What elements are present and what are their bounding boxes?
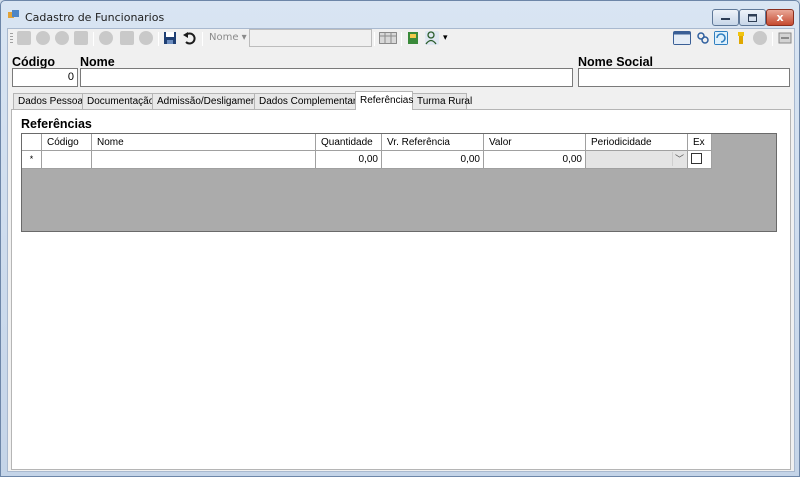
section-title: Referências [21, 117, 92, 131]
first-record-icon[interactable] [17, 31, 31, 45]
cell-vr-referencia[interactable]: 0,00 [382, 151, 484, 169]
add-icon[interactable] [99, 31, 113, 45]
user-filter-dropdown-icon[interactable]: ▾ [443, 33, 448, 43]
close-button[interactable]: x [766, 9, 794, 26]
window-layout-icon[interactable] [673, 31, 691, 45]
tab-documentacao[interactable]: Documentação [82, 93, 154, 110]
settings-keys-icon[interactable] [696, 31, 710, 45]
last-record-icon[interactable] [74, 31, 88, 45]
codigo-label: Código [12, 55, 56, 69]
toolbar-separator [202, 32, 203, 46]
book-icon[interactable] [406, 31, 420, 45]
cell-codigo[interactable] [42, 151, 92, 169]
ex-checkbox[interactable] [691, 153, 702, 164]
undo-icon[interactable] [182, 31, 196, 45]
table-row[interactable]: * 0,00 0,00 0,00 ﹀ [22, 151, 712, 169]
grid-header: Código Nome Quantidade Vr. Referência Va… [22, 134, 712, 151]
client-area: Nome ▾ ▾ Código 0 Nome Nome Social Dados… [7, 28, 795, 472]
app-window-icon [8, 10, 19, 18]
nome-social-label: Nome Social [578, 55, 654, 69]
maximize-icon [748, 13, 757, 22]
toolbar-separator [374, 32, 375, 46]
column-header-valor[interactable]: Valor [484, 134, 586, 151]
column-header-quantidade[interactable]: Quantidade [316, 134, 382, 151]
nome-field[interactable] [80, 68, 573, 87]
tab-turma-rural[interactable]: Turma Rural [412, 93, 472, 110]
edit-icon[interactable] [120, 31, 134, 45]
new-row-marker[interactable]: * [22, 151, 42, 169]
delete-icon[interactable] [139, 31, 153, 45]
column-header-codigo[interactable]: Código [42, 134, 92, 151]
minimize-button[interactable] [712, 9, 739, 26]
cell-valor[interactable]: 0,00 [484, 151, 586, 169]
user-filter-icon[interactable] [425, 31, 439, 45]
report-grid-icon[interactable] [379, 31, 397, 45]
user-icon[interactable] [753, 31, 767, 45]
search-field-dropdown[interactable]: Nome ▾ [209, 32, 247, 43]
previous-record-icon[interactable] [36, 31, 50, 45]
cell-nome[interactable] [92, 151, 316, 169]
refresh-icon[interactable] [714, 31, 728, 45]
toolbar-separator [401, 32, 402, 46]
window-title: Cadastro de Funcionarios [25, 11, 165, 24]
toolbar-separator [772, 32, 773, 46]
save-icon[interactable] [163, 31, 177, 45]
column-header-vr-referencia[interactable]: Vr. Referência [382, 134, 484, 151]
minimize-icon [721, 17, 730, 20]
flashlight-icon[interactable] [734, 31, 748, 45]
tab-dados-complementares[interactable]: Dados Complementares [254, 93, 367, 110]
nome-label: Nome [80, 55, 115, 69]
tab-dados-pessoais[interactable]: Dados Pessoais [13, 93, 90, 110]
next-record-icon[interactable] [55, 31, 69, 45]
maximize-button[interactable] [739, 9, 766, 26]
referencias-grid[interactable]: Código Nome Quantidade Vr. Referência Va… [21, 133, 777, 232]
tab-admissao-desligamento[interactable]: Admissão/Desligamento [152, 93, 265, 110]
cell-ex [688, 151, 712, 169]
toolbar: Nome ▾ ▾ [8, 29, 794, 49]
search-input[interactable] [249, 29, 372, 47]
exit-icon[interactable] [778, 31, 792, 45]
toolbar-separator [158, 32, 159, 46]
codigo-field[interactable]: 0 [12, 68, 78, 87]
cell-quantidade[interactable]: 0,00 [316, 151, 382, 169]
close-icon: x [776, 11, 784, 24]
column-header-ex[interactable]: Ex [688, 134, 712, 151]
main-window: Cadastro de Funcionarios x Nome ▾ ▾ Códi… [0, 0, 800, 477]
tab-referencias[interactable]: Referências [355, 91, 413, 110]
toolbar-separator [93, 32, 94, 46]
nome-social-field[interactable] [578, 68, 790, 87]
title-bar[interactable]: Cadastro de Funcionarios x [1, 1, 799, 29]
cell-periodicidade-select[interactable]: ﹀ [586, 151, 688, 169]
toolbar-grip[interactable] [10, 33, 13, 45]
row-header-corner [22, 134, 42, 151]
tab-strip: Dados Pessoais Documentação Admissão/Des… [13, 91, 472, 110]
tab-panel-referencias: Referências Código Nome Quantidade Vr. R… [11, 109, 791, 470]
column-header-periodicidade[interactable]: Periodicidade [586, 134, 688, 151]
chevron-down-icon[interactable]: ﹀ [672, 152, 686, 166]
column-header-nome[interactable]: Nome [92, 134, 316, 151]
